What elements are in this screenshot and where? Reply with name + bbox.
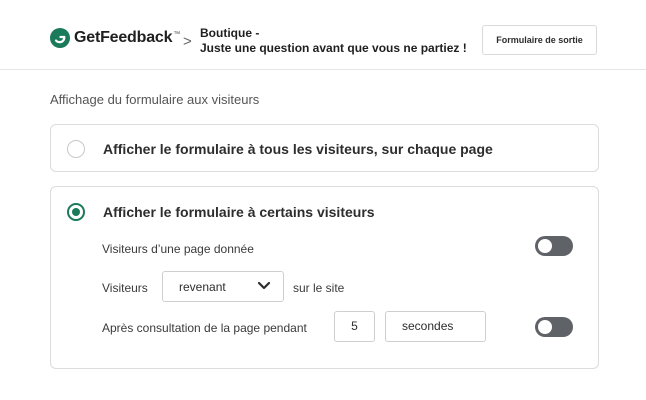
logo-trademark: ™ — [173, 30, 181, 38]
app-header: GetFeedback ™ > Boutique - Juste une que… — [0, 0, 646, 70]
visitor-type-select[interactable]: revenant — [162, 271, 284, 302]
chevron-down-icon — [257, 281, 271, 290]
breadcrumb[interactable]: Boutique - Juste une question avant que … — [200, 26, 467, 56]
option-some-visitors-card[interactable]: Afficher le formulaire à certains visite… — [50, 186, 599, 369]
getfeedback-logo-icon — [50, 28, 70, 48]
visitors-suffix: sur le site — [293, 281, 345, 295]
breadcrumb-separator-icon: > — [183, 33, 192, 50]
logo-text: GetFeedback — [74, 29, 173, 46]
getfeedback-logo[interactable]: GetFeedback ™ — [50, 28, 180, 48]
option-all-radio[interactable] — [67, 140, 85, 158]
exit-form-button[interactable]: Formulaire de sortie — [482, 25, 597, 55]
visitor-type-value: revenant — [179, 280, 226, 294]
duration-toggle[interactable] — [535, 317, 573, 337]
page-visitors-label: Visiteurs d’une page donnée — [102, 242, 254, 256]
breadcrumb-parent: Boutique - — [200, 26, 260, 40]
visitors-label: Visiteurs — [102, 281, 148, 295]
option-some-radio[interactable] — [67, 203, 85, 221]
section-title: Affichage du formulaire aux visiteurs — [50, 92, 260, 107]
option-all-label: Afficher le formulaire à tous les visite… — [103, 141, 493, 157]
page-visitors-toggle[interactable] — [535, 236, 573, 256]
duration-unit-field[interactable]: secondes — [385, 311, 486, 342]
duration-label: Après consultation de la page pendant — [102, 321, 307, 335]
duration-input[interactable]: 5 — [334, 311, 375, 342]
option-all-visitors-card[interactable]: Afficher le formulaire à tous les visite… — [50, 124, 599, 172]
option-some-label: Afficher le formulaire à certains visite… — [103, 204, 375, 220]
breadcrumb-current: Juste une question avant que vous ne par… — [200, 41, 467, 55]
